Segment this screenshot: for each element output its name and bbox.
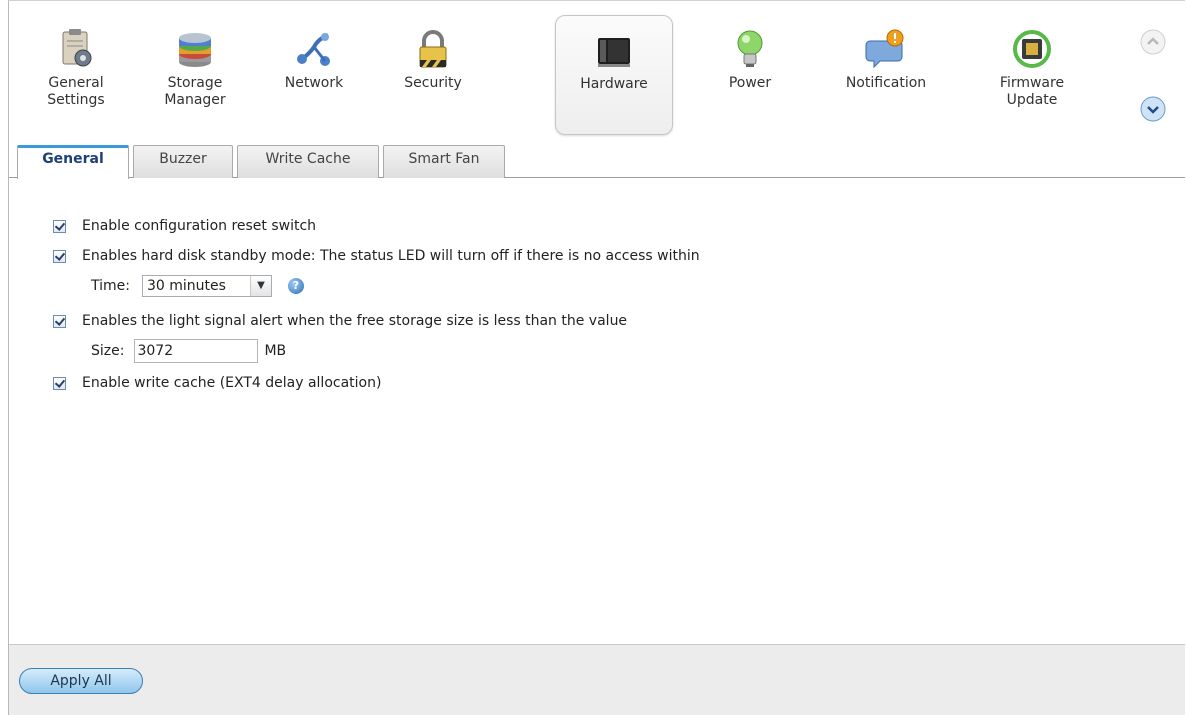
sub-tab-bar: General Buzzer Write Cache Smart Fan xyxy=(9,145,1185,179)
light-alert-checkbox[interactable] xyxy=(53,314,66,328)
time-select[interactable]: 30 minutes ▼ xyxy=(141,275,272,297)
nav-label: General Settings xyxy=(47,75,105,108)
reset-switch-label: Enable configuration reset switch xyxy=(82,218,317,234)
apply-all-button[interactable]: Apply All xyxy=(19,668,143,694)
hardware-icon xyxy=(598,38,630,67)
nav-general-settings[interactable]: General Settings xyxy=(17,15,135,135)
light-alert-row: Enables the light signal alert when the … xyxy=(53,311,627,331)
standby-label: Enables hard disk standby mode: The stat… xyxy=(82,248,700,264)
notification-icon xyxy=(865,29,904,69)
general-settings-icon xyxy=(62,29,92,67)
nav-notification[interactable]: Notification xyxy=(827,15,945,135)
chevron-down-icon[interactable] xyxy=(1139,95,1167,123)
nav-storage-manager[interactable]: Storage Manager xyxy=(136,15,254,135)
nav-label: Storage Manager xyxy=(164,75,226,108)
size-input[interactable]: 3072 xyxy=(134,339,259,363)
write-cache-checkbox[interactable] xyxy=(53,376,66,390)
nav-label: Notification xyxy=(845,75,927,91)
reset-switch-checkbox[interactable] xyxy=(53,219,66,233)
write-cache-row: Enable write cache (EXT4 delay allocatio… xyxy=(53,373,381,393)
size-label: Size: xyxy=(91,343,125,359)
nav-hardware[interactable]: Hardware xyxy=(555,15,673,135)
lightbulb-icon xyxy=(737,30,763,67)
nav-power[interactable]: Power xyxy=(691,15,809,135)
top-icon-bar: General Settings Storage Manager Network… xyxy=(9,1,1185,141)
lock-icon xyxy=(419,30,447,68)
nav-security[interactable]: Security xyxy=(374,15,492,135)
tab-write-cache[interactable]: Write Cache xyxy=(237,145,379,178)
nav-network[interactable]: Network xyxy=(255,15,373,135)
standby-time-row: Time: 30 minutes ▼ ? xyxy=(91,274,304,298)
footer-bar: Apply All xyxy=(9,644,1185,715)
nav-firmware-update[interactable]: Firmware Update xyxy=(973,15,1091,135)
light-alert-label: Enables the light signal alert when the … xyxy=(82,313,628,329)
time-label: Time: xyxy=(91,278,130,294)
control-panel-window: General Settings Storage Manager Network… xyxy=(8,0,1185,715)
write-cache-label: Enable write cache (EXT4 delay allocatio… xyxy=(82,375,382,391)
dropdown-arrow-icon: ▼ xyxy=(249,276,271,296)
standby-checkbox[interactable] xyxy=(53,249,66,263)
nav-label: Network xyxy=(284,75,344,91)
storage-manager-icon xyxy=(179,33,211,67)
standby-row: Enables hard disk standby mode: The stat… xyxy=(53,246,700,266)
settings-panel: Enable configuration reset switch Enable… xyxy=(9,179,1185,645)
tab-general[interactable]: General xyxy=(17,145,129,179)
nav-label: Power xyxy=(728,75,772,91)
network-icon xyxy=(297,33,330,66)
help-icon[interactable]: ? xyxy=(287,278,304,294)
chevron-up-icon[interactable] xyxy=(1139,28,1167,56)
size-row: Size: 3072 MB xyxy=(91,339,286,363)
nav-label: Firmware Update xyxy=(999,75,1065,108)
firmware-update-icon xyxy=(1013,30,1051,68)
reset-switch-row: Enable configuration reset switch xyxy=(53,216,316,236)
nav-label: Security xyxy=(404,75,462,91)
tab-smart-fan[interactable]: Smart Fan xyxy=(383,145,505,178)
tab-buzzer[interactable]: Buzzer xyxy=(133,145,233,178)
nav-label: Hardware xyxy=(580,76,648,92)
size-unit: MB xyxy=(264,343,287,359)
time-select-value: 30 minutes xyxy=(146,278,226,294)
